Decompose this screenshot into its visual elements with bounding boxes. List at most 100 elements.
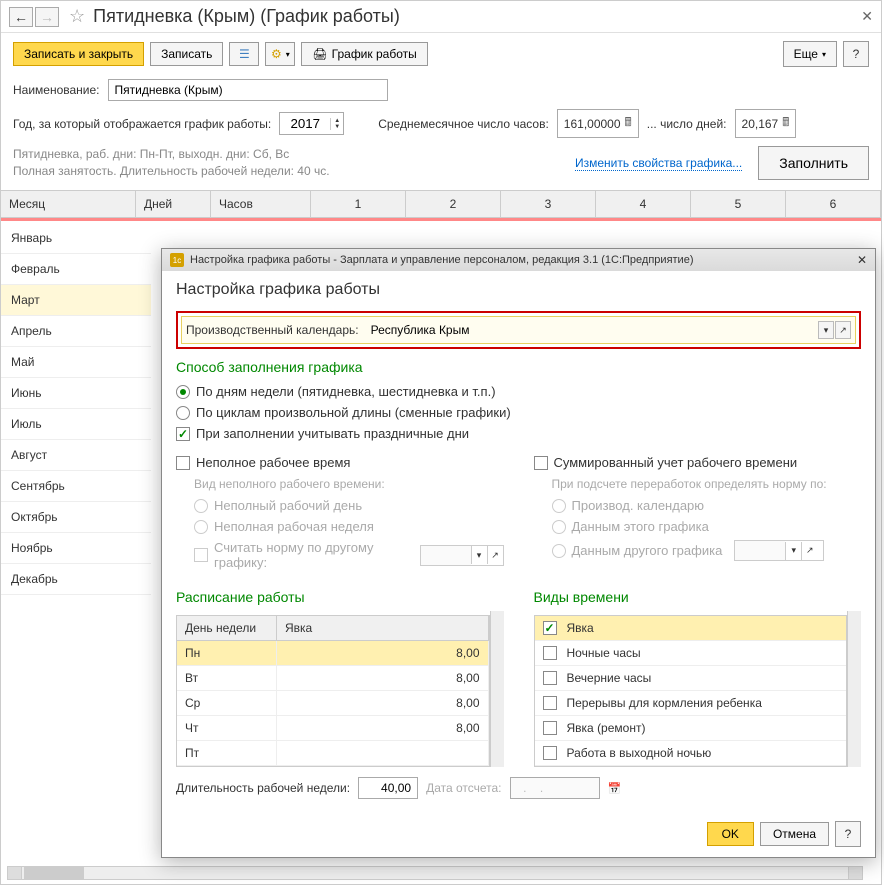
calendar-icon: 📅 <box>608 782 622 795</box>
parttime-sublabel: Вид неполного рабочего времени: <box>194 477 504 491</box>
schedule-button[interactable]: 🖨График работы <box>301 42 427 66</box>
type-row[interactable]: Работа в выходной ночью <box>535 741 847 766</box>
radio-thisgraph <box>552 520 566 534</box>
gear-icon: ⚙ <box>271 47 282 61</box>
schedule-row[interactable]: Вт8,00 <box>177 666 489 691</box>
check-summed[interactable] <box>534 456 548 470</box>
list-icon: ☰ <box>239 47 250 61</box>
fill-method-heading: Способ заполнения графика <box>176 359 861 375</box>
fill-button[interactable]: Заполнить <box>758 146 869 180</box>
change-properties-link[interactable]: Изменить свойства графика... <box>575 156 742 171</box>
calendar-open[interactable]: ↗ <box>835 321 851 339</box>
horizontal-scrollbar[interactable] <box>7 866 863 880</box>
back-button[interactable]: ← <box>9 7 33 27</box>
type-checkbox[interactable] <box>543 696 557 710</box>
calc-icon: 🖩 <box>782 113 789 134</box>
year-spinner[interactable]: ▲▼ <box>279 112 344 135</box>
radio-prodcal <box>552 499 566 513</box>
dialog-heading: Настройка графика работы <box>176 281 861 299</box>
ok-button[interactable]: OK <box>707 822 754 846</box>
month-row[interactable]: Февраль <box>1 254 151 285</box>
radio-othergraph <box>552 544 566 558</box>
type-row[interactable]: Явка <box>535 616 847 641</box>
dialog-title: Настройка графика работы - Зарплата и уп… <box>190 254 694 266</box>
avg-hours-label: Среднемесячное число часов: <box>378 117 549 131</box>
scroll-left[interactable] <box>8 867 22 879</box>
avg-days-value[interactable]: 20,167🖩 <box>735 109 797 138</box>
month-row[interactable]: Апрель <box>1 316 151 347</box>
type-row[interactable]: Явка (ремонт) <box>535 716 847 741</box>
types-scrollbar[interactable] <box>847 611 861 767</box>
avg-hours-value[interactable]: 161,00000🖩 <box>557 109 639 138</box>
type-row[interactable]: Ночные часы <box>535 641 847 666</box>
dialog-close-button[interactable]: ✕ <box>857 253 867 267</box>
save-close-button[interactable]: Записать и закрыть <box>13 42 144 66</box>
calendar-input[interactable] <box>367 320 810 340</box>
type-checkbox[interactable] <box>543 721 557 735</box>
radio-weekly[interactable] <box>176 385 190 399</box>
avg-days-label: ... число дней: <box>647 117 727 131</box>
table-header: Месяц Дней Часов 1 2 3 4 5 6 <box>1 190 881 218</box>
forward-button[interactable]: → <box>35 7 59 27</box>
year-down[interactable]: ▼ <box>331 124 343 130</box>
type-checkbox[interactable] <box>543 646 557 660</box>
name-label: Наименование: <box>13 83 100 97</box>
year-label: Год, за который отображается график рабо… <box>13 117 271 131</box>
othernorm-combo: ▾↗ <box>420 545 504 566</box>
printer-icon: 🖨 <box>312 47 327 61</box>
month-row[interactable]: Июль <box>1 409 151 440</box>
dialog-help-button[interactable]: ? <box>835 821 861 847</box>
check-othernorm <box>194 548 208 562</box>
schedule-heading: Расписание работы <box>176 589 504 605</box>
calendar-highlight: Производственный календарь: ▾ ↗ <box>176 311 861 349</box>
favorite-icon[interactable]: ☆ <box>69 6 85 27</box>
list-button[interactable]: ☰ <box>229 42 259 66</box>
types-heading: Виды времени <box>534 589 862 605</box>
schedule-row[interactable]: Чт8,00 <box>177 716 489 741</box>
more-button[interactable]: Еще ▾ <box>783 41 837 67</box>
close-button[interactable]: ✕ <box>861 8 873 25</box>
scroll-right[interactable] <box>848 867 862 879</box>
month-row[interactable]: Ноябрь <box>1 533 151 564</box>
month-row[interactable]: Март <box>1 285 151 316</box>
scroll-thumb[interactable] <box>24 867 84 879</box>
year-input[interactable] <box>280 113 330 134</box>
cancel-button[interactable]: Отмена <box>760 822 829 846</box>
calendar-dropdown[interactable]: ▾ <box>818 321 834 339</box>
start-date-input <box>510 777 600 799</box>
sched-th-attend: Явка <box>277 616 489 640</box>
overtime-sublabel: При подсчете переработок определять норм… <box>552 477 862 491</box>
name-input[interactable] <box>108 79 388 101</box>
radio-cycles[interactable] <box>176 406 190 420</box>
month-row[interactable]: Октябрь <box>1 502 151 533</box>
type-checkbox[interactable] <box>543 621 557 635</box>
type-checkbox[interactable] <box>543 671 557 685</box>
radio-partday <box>194 499 208 513</box>
month-row[interactable]: Декабрь <box>1 564 151 595</box>
month-row[interactable]: Сентябрь <box>1 471 151 502</box>
check-holidays[interactable] <box>176 427 190 441</box>
gear-dropdown-button[interactable]: ⚙ ▾ <box>265 42 295 66</box>
schedule-row[interactable]: Пн8,00 <box>177 641 489 666</box>
save-button[interactable]: Записать <box>150 42 223 66</box>
start-date-label: Дата отсчета: <box>426 781 501 795</box>
schedule-row[interactable]: Ср8,00 <box>177 691 489 716</box>
sched-scrollbar[interactable] <box>490 611 504 767</box>
redline-separator <box>1 218 881 221</box>
th-month: Месяц <box>1 191 136 217</box>
othergraph-combo: ▾↗ <box>734 540 824 561</box>
app-icon: 1c <box>170 253 184 267</box>
month-row[interactable]: Май <box>1 347 151 378</box>
month-row[interactable]: Январь <box>1 223 151 254</box>
month-row[interactable]: Июнь <box>1 378 151 409</box>
page-title: Пятидневка (Крым) (График работы) <box>93 6 400 27</box>
type-row[interactable]: Перерывы для кормления ребенка <box>535 691 847 716</box>
month-row[interactable]: Август <box>1 440 151 471</box>
desc-line-1: Пятидневка, раб. дни: Пн-Пт, выходн. дни… <box>13 146 330 163</box>
help-button[interactable]: ? <box>843 41 869 67</box>
week-duration-input[interactable] <box>358 777 418 799</box>
type-row[interactable]: Вечерние часы <box>535 666 847 691</box>
type-checkbox[interactable] <box>543 746 557 760</box>
schedule-row[interactable]: Пт <box>177 741 489 766</box>
check-parttime[interactable] <box>176 456 190 470</box>
